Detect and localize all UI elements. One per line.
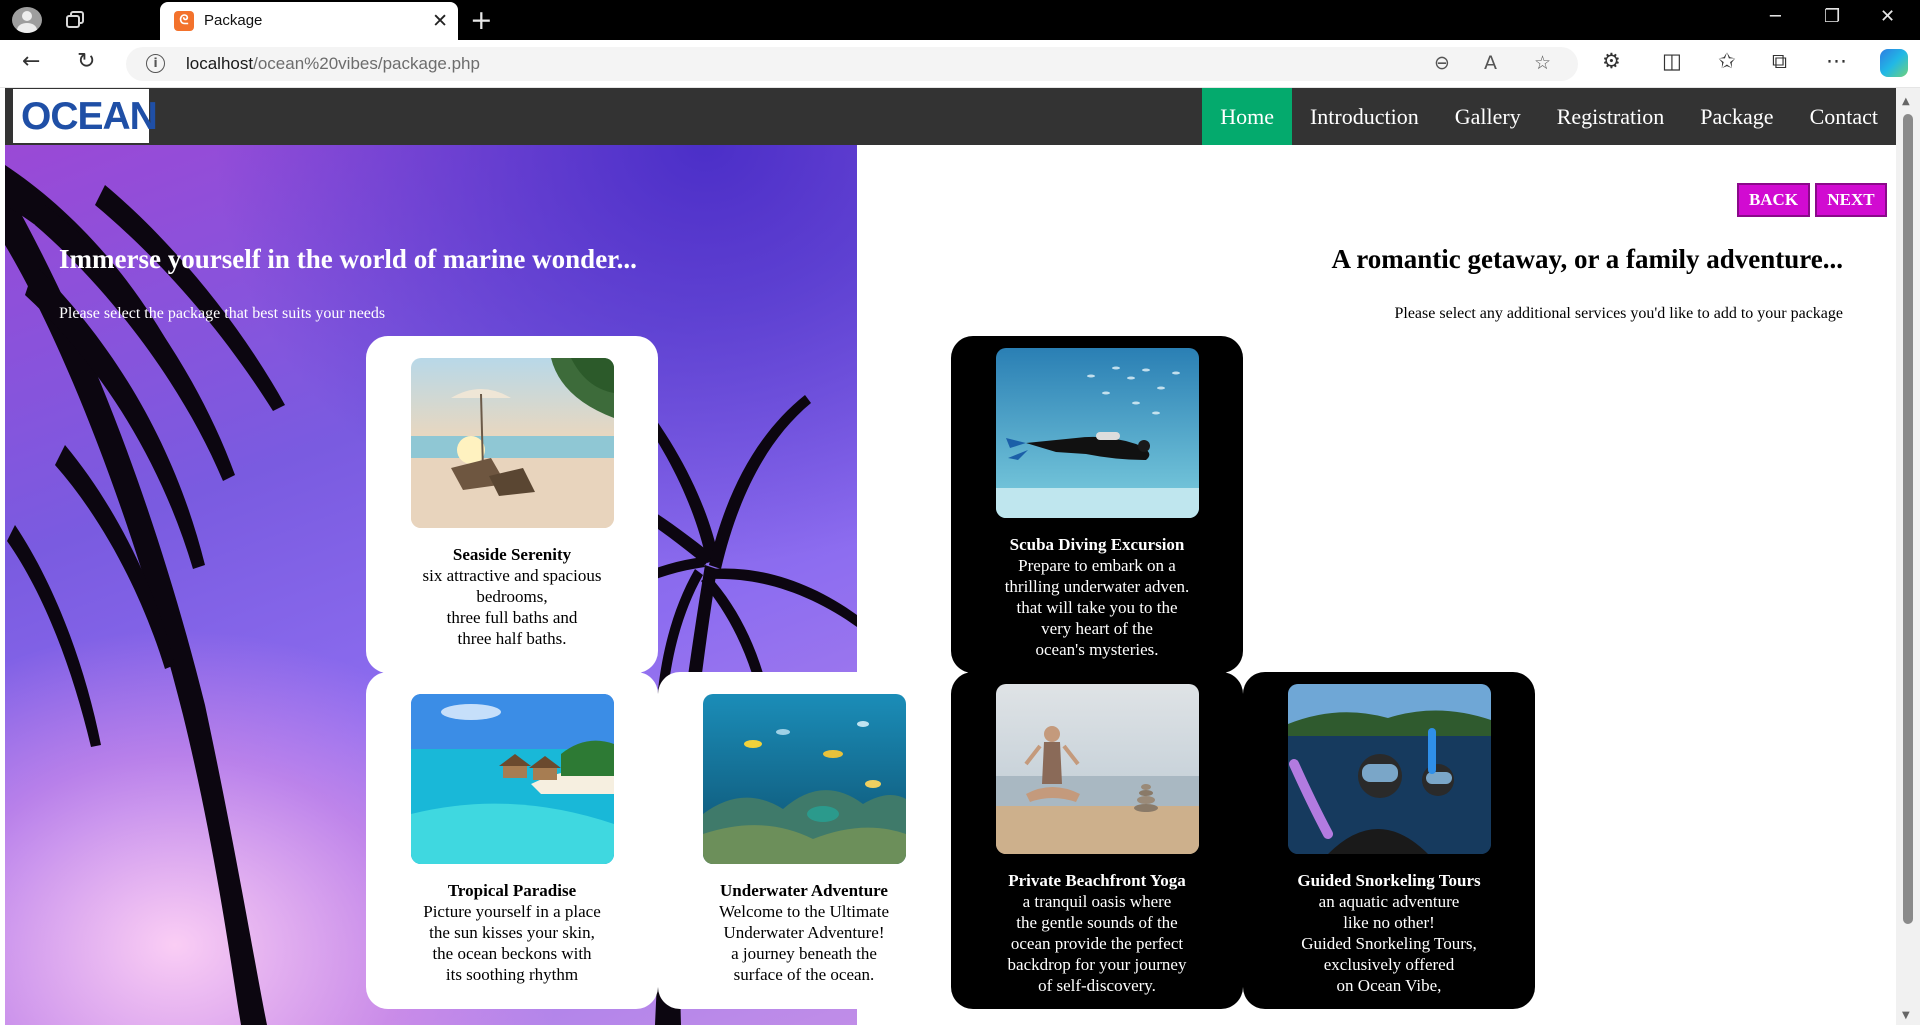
scroll-up-icon[interactable]: ▲ xyxy=(1902,96,1910,107)
new-tab-button[interactable]: + xyxy=(470,5,493,36)
logo-text: OCEAN xyxy=(21,95,158,138)
scuba-diver-image xyxy=(996,348,1199,518)
hero-subtitle: Please select the package that best suit… xyxy=(59,305,386,322)
ocean-logo[interactable]: OCEAN xyxy=(13,89,158,143)
more-menu-icon[interactable]: ⋯ xyxy=(1826,49,1847,73)
description-line: Prepare to embark on a xyxy=(1018,556,1176,575)
services-title: A romantic getaway, or a family adventur… xyxy=(1331,244,1843,274)
page-viewport: Immerse yourself in the world of marine … xyxy=(0,88,1920,1025)
copilot-icon[interactable] xyxy=(1880,49,1908,77)
description-line: thrilling underwater adven. xyxy=(1004,577,1190,596)
restore-icon[interactable]: ❐ xyxy=(1824,6,1840,27)
description-line: six attractive and spacious xyxy=(422,566,602,585)
description-line: that will take you to the xyxy=(1016,598,1178,617)
hero-title: Immerse yourself in the world of marine … xyxy=(59,244,637,274)
description-line: a tranquil oasis where xyxy=(1022,892,1172,911)
description-line: the ocean beckons with xyxy=(432,944,592,963)
back-button[interactable]: BACK xyxy=(1737,183,1810,217)
nav-contact[interactable]: Contact xyxy=(1792,88,1896,145)
nav-links: Home Introduction Gallery Registration P… xyxy=(1202,88,1896,145)
description-line: surface of the ocean. xyxy=(733,965,875,984)
nav-introduction[interactable]: Introduction xyxy=(1292,88,1437,145)
page-scrollbar[interactable]: ▲ ▼ xyxy=(1896,88,1920,1025)
tab-title: Package xyxy=(204,12,263,29)
scrollbar-thumb[interactable] xyxy=(1903,114,1913,924)
service-description: Guided Snorkeling Tours an aquatic adven… xyxy=(1251,870,1527,996)
active-tab[interactable]: ᘓ Package ✕ xyxy=(160,2,458,40)
description-line: the sun kisses your skin, xyxy=(429,923,595,942)
description-line: three full baths and xyxy=(446,608,578,627)
island-villas-image xyxy=(411,694,614,864)
service-title: Guided Snorkeling Tours xyxy=(1297,871,1481,890)
read-aloud-icon[interactable]: A xyxy=(1484,52,1497,74)
collections-icon[interactable]: ⧉ xyxy=(1772,49,1787,74)
scroll-down-icon[interactable]: ▼ xyxy=(1902,1010,1910,1021)
package-card-tropical-paradise[interactable]: Tropical Paradise Picture yourself in a … xyxy=(366,672,658,1009)
favorite-star-icon[interactable]: ☆ xyxy=(1534,52,1551,74)
package-title: Underwater Adventure xyxy=(720,881,888,900)
package-title: Seaside Serenity xyxy=(452,545,572,564)
xampp-icon: ᘓ xyxy=(174,11,194,31)
site-navbar: OCEAN Home Introduction Gallery Registra… xyxy=(5,88,1896,145)
service-title: Scuba Diving Excursion xyxy=(1009,535,1185,554)
service-card-scuba-diving[interactable]: Scuba Diving Excursion Prepare to embark… xyxy=(951,336,1243,673)
description-line: the gentle sounds of the xyxy=(1016,913,1178,932)
nav-gallery[interactable]: Gallery xyxy=(1437,88,1539,145)
coral-reef-image xyxy=(703,694,906,864)
description-line: of self-discovery. xyxy=(1038,976,1156,995)
beach-loungers-image xyxy=(411,358,614,528)
description-line: ocean provide the perfect xyxy=(1010,934,1184,953)
refresh-icon[interactable]: ↻ xyxy=(77,49,95,74)
description-line: Guided Snorkeling Tours, xyxy=(1301,934,1477,953)
nav-registration[interactable]: Registration xyxy=(1539,88,1683,145)
description-line: very heart of the xyxy=(1041,619,1153,638)
url-text[interactable]: localhost/ocean%20vibes/package.php xyxy=(186,54,480,74)
description-line: like no other! xyxy=(1343,913,1435,932)
address-bar[interactable]: i localhost/ocean%20vibes/package.php ⊖ … xyxy=(126,47,1578,81)
package-description: Underwater Adventure Welcome to the Ulti… xyxy=(666,880,942,985)
zoom-out-icon[interactable]: ⊖ xyxy=(1434,52,1450,74)
next-button[interactable]: NEXT xyxy=(1815,183,1887,217)
services-subtitle: Please select any additional services yo… xyxy=(1394,305,1843,322)
description-line: Underwater Adventure! xyxy=(723,923,885,942)
favorites-icon[interactable]: ✩ xyxy=(1718,49,1736,73)
workspaces-icon[interactable] xyxy=(66,11,86,29)
description-line: bedrooms, xyxy=(476,587,548,606)
service-description: Private Beachfront Yoga a tranquil oasis… xyxy=(959,870,1235,996)
description-line: backdrop for your journey xyxy=(1007,955,1187,974)
package-card-underwater-adventure[interactable]: Underwater Adventure Welcome to the Ulti… xyxy=(658,672,950,1009)
description-line: Welcome to the Ultimate xyxy=(719,902,889,921)
package-title: Tropical Paradise xyxy=(447,881,577,900)
beach-yoga-image xyxy=(996,684,1199,854)
close-window-icon[interactable]: ✕ xyxy=(1880,6,1895,27)
package-description: Seaside Serenity six attractive and spac… xyxy=(374,544,650,649)
description-line: Picture yourself in a place xyxy=(423,902,601,921)
nav-home[interactable]: Home xyxy=(1202,88,1292,145)
description-line: ocean's mysteries. xyxy=(1035,640,1159,659)
split-screen-icon[interactable]: ◫ xyxy=(1662,49,1682,73)
description-line: an aquatic adventure xyxy=(1318,892,1460,911)
extensions-icon[interactable]: ⚙ xyxy=(1602,49,1621,73)
site-info-icon[interactable]: i xyxy=(146,54,165,73)
nav-package[interactable]: Package xyxy=(1682,88,1791,145)
service-card-beachfront-yoga[interactable]: Private Beachfront Yoga a tranquil oasis… xyxy=(951,672,1243,1009)
back-arrow-icon[interactable]: ← xyxy=(22,49,40,74)
address-toolbar: ← ↻ i localhost/ocean%20vibes/package.ph… xyxy=(0,40,1920,88)
profile-icon[interactable] xyxy=(12,7,42,33)
browser-tab-strip: ᘓ Package ✕ + ─ ❐ ✕ xyxy=(0,0,1920,40)
minimize-icon[interactable]: ─ xyxy=(1770,6,1781,27)
close-tab-icon[interactable]: ✕ xyxy=(432,10,448,32)
service-card-snorkeling-tours[interactable]: Guided Snorkeling Tours an aquatic adven… xyxy=(1243,672,1535,1009)
description-line: on Ocean Vibe, xyxy=(1336,976,1442,995)
package-description: Tropical Paradise Picture yourself in a … xyxy=(374,880,650,985)
description-line: exclusively offered xyxy=(1323,955,1455,974)
package-card-seaside-serenity[interactable]: Seaside Serenity six attractive and spac… xyxy=(366,336,658,673)
description-line: its soothing rhythm xyxy=(445,965,579,984)
snorkelers-image xyxy=(1288,684,1491,854)
service-description: Scuba Diving Excursion Prepare to embark… xyxy=(959,534,1235,660)
description-line: a journey beneath the xyxy=(731,944,877,963)
description-line: three half baths. xyxy=(457,629,567,648)
service-title: Private Beachfront Yoga xyxy=(1008,871,1186,890)
